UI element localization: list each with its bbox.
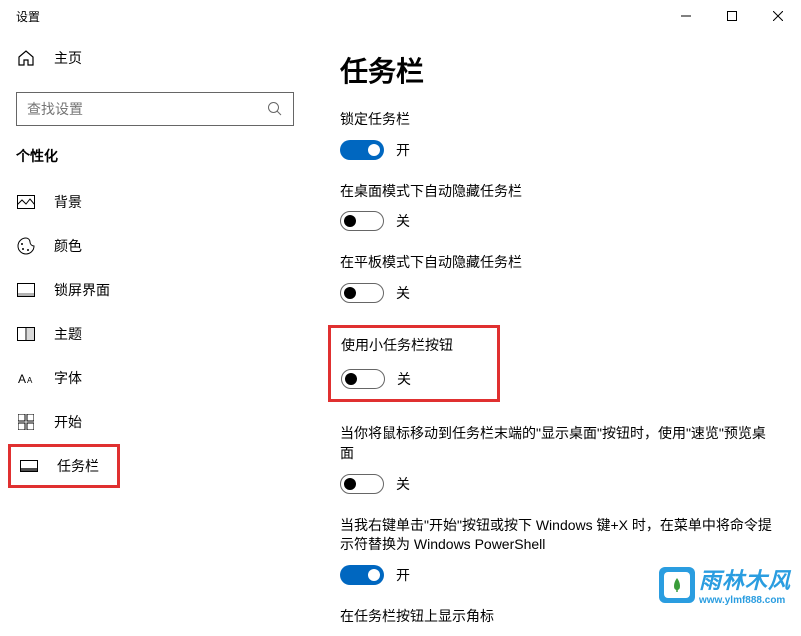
sidebar-item-colors[interactable]: 颜色	[0, 224, 310, 268]
sidebar-item-taskbar[interactable]: 任务栏	[8, 444, 120, 488]
setting-lock-taskbar: 锁定任务栏 开	[340, 110, 777, 160]
minimize-button[interactable]	[663, 0, 709, 32]
toggle-state: 关	[396, 474, 410, 494]
svg-text:A: A	[18, 372, 26, 385]
setting-label: 在桌面模式下自动隐藏任务栏	[340, 182, 777, 202]
setting-autohide-desktop: 在桌面模式下自动隐藏任务栏 关	[340, 182, 777, 232]
titlebar: 设置	[0, 0, 801, 32]
toggle-state: 关	[396, 283, 410, 303]
toggle-small-buttons[interactable]	[341, 369, 385, 389]
sidebar-item-label: 字体	[54, 368, 82, 388]
fonts-icon: AA	[16, 368, 36, 388]
home-link[interactable]: 主页	[0, 40, 310, 76]
toggle-powershell[interactable]	[340, 565, 384, 585]
setting-autohide-tablet: 在平板模式下自动隐藏任务栏 关	[340, 253, 777, 303]
setting-label: 在平板模式下自动隐藏任务栏	[340, 253, 777, 273]
colors-icon	[16, 236, 36, 256]
close-button[interactable]	[755, 0, 801, 32]
watermark: 雨林木风 www.ylmf888.com	[659, 563, 791, 606]
toggle-lock-taskbar[interactable]	[340, 140, 384, 160]
main-content: 任务栏 锁定任务栏 开 在桌面模式下自动隐藏任务栏 关 在平板模式下自动隐藏任务…	[310, 32, 801, 636]
window-title: 设置	[16, 8, 40, 25]
watermark-text: 雨林木风	[699, 563, 791, 595]
search-input[interactable]	[27, 101, 267, 117]
setting-label: 当我右键单击"开始"按钮或按下 Windows 键+X 时，在菜单中将命令提示符…	[340, 516, 777, 555]
home-label: 主页	[54, 48, 82, 68]
toggle-peek[interactable]	[340, 474, 384, 494]
svg-text:A: A	[27, 376, 33, 385]
setting-label: 使用小任务栏按钮	[341, 336, 487, 356]
watermark-logo-icon	[659, 567, 695, 603]
toggle-state: 开	[396, 140, 410, 160]
sidebar-item-label: 背景	[54, 192, 82, 212]
sidebar-item-lockscreen[interactable]: 锁屏界面	[0, 268, 310, 312]
sidebar-item-label: 主题	[54, 324, 82, 344]
toggle-state: 开	[396, 565, 410, 585]
sidebar-item-label: 颜色	[54, 236, 82, 256]
setting-small-buttons: 使用小任务栏按钮 关	[328, 325, 500, 403]
toggle-autohide-desktop[interactable]	[340, 211, 384, 231]
toggle-state: 关	[396, 211, 410, 231]
themes-icon	[16, 324, 36, 344]
home-icon	[16, 48, 36, 68]
toggle-autohide-tablet[interactable]	[340, 283, 384, 303]
maximize-button[interactable]	[709, 0, 755, 32]
window-controls	[663, 0, 801, 32]
setting-label: 当你将鼠标移动到任务栏末端的"显示桌面"按钮时，使用"速览"预览桌面	[340, 424, 777, 463]
setting-label: 锁定任务栏	[340, 110, 777, 130]
search-icon	[267, 101, 283, 117]
sidebar-item-start[interactable]: 开始	[0, 400, 310, 444]
start-icon	[16, 412, 36, 432]
sidebar-item-label: 任务栏	[57, 456, 99, 476]
sidebar-item-label: 开始	[54, 412, 82, 432]
sidebar-item-background[interactable]: 背景	[0, 180, 310, 224]
sidebar: 主页 个性化 背景 颜色 锁	[0, 32, 310, 636]
setting-label: 在任务栏按钮上显示角标	[340, 607, 777, 627]
setting-badges: 在任务栏按钮上显示角标 开	[340, 607, 777, 636]
taskbar-icon	[19, 456, 39, 476]
sidebar-item-themes[interactable]: 主题	[0, 312, 310, 356]
section-header: 个性化	[0, 146, 310, 180]
toggle-state: 关	[397, 369, 411, 389]
setting-peek: 当你将鼠标移动到任务栏末端的"显示桌面"按钮时，使用"速览"预览桌面 关	[340, 424, 777, 493]
sidebar-item-label: 锁屏界面	[54, 280, 110, 300]
page-title: 任务栏	[340, 50, 777, 90]
sidebar-item-fonts[interactable]: AA 字体	[0, 356, 310, 400]
lockscreen-icon	[16, 280, 36, 300]
watermark-url: www.ylmf888.com	[699, 595, 791, 606]
search-box[interactable]	[16, 92, 294, 126]
background-icon	[16, 192, 36, 212]
